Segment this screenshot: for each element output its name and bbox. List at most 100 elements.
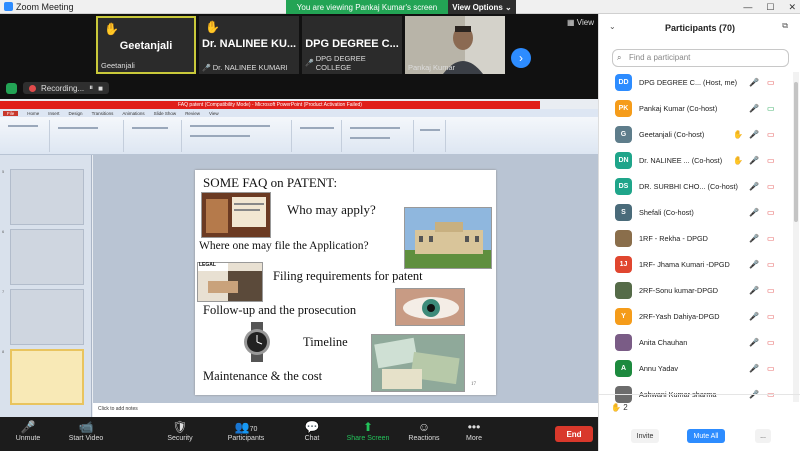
video-icon[interactable]: ▭ [767, 286, 775, 295]
participant-row[interactable]: Y 2RF-Yash Dahiya-DPGD 🎤 ▭ [599, 306, 793, 326]
notes-pane[interactable]: Click to add notes [93, 403, 598, 417]
more-button[interactable]: ••• More [446, 419, 502, 442]
mic-icon[interactable]: 🎤 [749, 104, 759, 113]
invite-button[interactable]: Invite [631, 429, 659, 443]
participants-icon: 👥70 [234, 420, 258, 434]
chat-button[interactable]: 💬 Chat [284, 419, 340, 442]
security-button[interactable]: 🛡 Security [152, 419, 208, 442]
video-tile-dpg[interactable]: DPG DEGREE C... 🎤 DPG DEGREE COLLEGE [302, 16, 402, 74]
participant-name: 2RF-Yash Dahiya-DPGD [639, 311, 720, 321]
maximize-icon[interactable]: ☐ [766, 2, 774, 13]
unmute-button[interactable]: 🎤 Unmute [0, 419, 56, 442]
avatar: PK [615, 99, 632, 117]
mic-icon[interactable]: 🎤 [749, 234, 759, 243]
more-icon: ••• [467, 420, 481, 434]
video-icon[interactable]: ▭ [767, 312, 775, 321]
slide-thumbnail-selected[interactable] [10, 349, 84, 405]
reactions-icon: ☺ [417, 420, 431, 434]
participant-row[interactable]: DD DPG DEGREE C... (Host, me) 🎤 ▭ [599, 72, 793, 92]
participant-row[interactable]: DS DR. SURBHI CHO... (Co-host) 🎤 ▭ [599, 176, 793, 196]
zoom-app-icon [4, 2, 13, 11]
slide-heading: SOME FAQ on PATENT: [203, 175, 338, 190]
video-icon[interactable]: ▭ [767, 364, 775, 373]
end-meeting-button[interactable]: End [555, 426, 593, 442]
stop-icon[interactable]: ■ [98, 84, 103, 93]
mic-icon[interactable]: 🎤 [749, 156, 759, 165]
video-icon[interactable]: ▭ [767, 78, 775, 87]
participant-search-input[interactable]: ⌕ Find a participant [612, 49, 789, 67]
participant-name: Geetanjali (Co-host) [639, 129, 705, 139]
video-tile-pankaj[interactable]: Pankaj Kumar [405, 16, 505, 74]
ribbon-tab-file: File [3, 110, 19, 116]
books-image [201, 192, 271, 238]
mic-icon[interactable]: 🎤 [749, 208, 759, 217]
video-icon[interactable]: ▭ [767, 182, 775, 191]
zoom-window: Zoom Meeting You are viewing Pankaj Kuma… [0, 0, 800, 451]
video-icon[interactable]: ▭ [767, 130, 775, 139]
video-icon[interactable]: ▭ [767, 260, 775, 269]
mic-icon[interactable]: 🎤 [749, 130, 759, 139]
ribbon-group [52, 120, 124, 152]
pause-icon[interactable]: ⏸ [89, 83, 93, 93]
video-off-icon: 📹 [78, 420, 94, 434]
participant-row[interactable]: A Annu Yadav 🎤 ▭ [599, 358, 793, 378]
slide-q4: Follow-up and the prosecution [203, 303, 357, 317]
video-icon[interactable]: ▭ [767, 208, 775, 217]
tile-name: Geetanjali [119, 40, 173, 52]
ribbon-tab: Home [27, 110, 40, 116]
participant-row[interactable]: 1J 1RF- Jhama Kumari -DPGD 🎤 ▭ [599, 254, 793, 274]
mute-all-button[interactable]: Mute All [687, 429, 725, 443]
participant-row[interactable]: G Geetanjali (Co-host) ✋ 🎤 ▭ [599, 124, 793, 144]
mic-icon[interactable]: 🎤 [749, 286, 759, 295]
share-screen-button[interactable]: ⬆ Share Screen [340, 419, 396, 442]
mic-icon[interactable]: 🎤 [749, 338, 759, 347]
participant-row[interactable]: 1RF - Rekha - DPGD 🎤 ▭ [599, 228, 793, 248]
mic-icon[interactable]: 🎤 [749, 182, 759, 191]
start-video-button[interactable]: 📹 Start Video [58, 419, 114, 442]
reactions-button[interactable]: ☺ Reactions [396, 419, 452, 442]
video-icon[interactable]: ▭ [767, 104, 775, 113]
slide-thumbnail[interactable] [10, 229, 84, 285]
close-icon[interactable]: ✕ [788, 2, 796, 13]
mic-icon[interactable]: 🎤 [749, 312, 759, 321]
video-tile-geetanjali[interactable]: ✋ Geetanjali Geetanjali [96, 16, 196, 74]
window-controls: — ☐ ✕ [743, 0, 796, 14]
money-image [371, 334, 465, 392]
watch-image [244, 322, 270, 362]
raised-hand-icon: ✋ [733, 129, 743, 139]
next-page-button[interactable]: › [511, 48, 531, 68]
participant-name: 2RF-Sonu kumar-DPGD [639, 285, 719, 295]
participant-name: DR. SURBHI CHO... (Co-host) [639, 181, 738, 191]
legal-image [197, 262, 263, 302]
ribbon [0, 117, 598, 155]
participant-name: 1RF- Jhama Kumari -DPGD [639, 259, 730, 269]
view-button[interactable]: ▦ View [567, 18, 594, 27]
popout-icon[interactable]: ⧉ [782, 21, 788, 31]
avatar: A [615, 359, 632, 377]
participants-button[interactable]: 👥70 Participants [218, 419, 274, 442]
slide-thumbnail[interactable] [10, 289, 84, 345]
video-icon[interactable]: ▭ [767, 156, 775, 165]
mic-icon[interactable]: 🎤 [749, 78, 759, 87]
slide-q6: Maintenance & the cost [203, 369, 323, 383]
slide-thumbnail[interactable] [10, 169, 84, 225]
video-icon[interactable]: ▭ [767, 234, 775, 243]
mic-icon[interactable]: 🎤 [749, 260, 759, 269]
participant-row[interactable]: Anita Chauhan 🎤 ▭ [599, 332, 793, 352]
recording-bar: Recording... ⏸ ■ [6, 80, 109, 96]
participant-scrollbar[interactable] [793, 72, 799, 402]
participant-row[interactable]: S Shefali (Co-host) 🎤 ▭ [599, 202, 793, 222]
tile-footer: Pankaj Kumar [408, 63, 456, 72]
mic-icon[interactable]: 🎤 [749, 364, 759, 373]
more-options-button[interactable]: ... [755, 429, 771, 443]
avatar [615, 229, 632, 247]
video-icon[interactable]: ▭ [767, 338, 775, 347]
view-options-button[interactable]: View Options ⌄ [448, 0, 516, 14]
video-tile-nalinee[interactable]: ✋ Dr. NALINEE KU... 🎤 Dr. NALINEE KUMARI [199, 16, 299, 74]
participant-row[interactable]: 2RF-Sonu kumar-DPGD 🎤 ▭ [599, 280, 793, 300]
participant-row[interactable]: DN Dr. NALINEE ... (Co-host) ✋ 🎤 ▭ [599, 150, 793, 170]
legal-label: LEGAL [199, 262, 216, 268]
mic-off-icon: 🎤 [202, 64, 211, 72]
participant-row[interactable]: PK Pankaj Kumar (Co-host) 🎤 ▭ [599, 98, 793, 118]
minimize-icon[interactable]: — [743, 2, 752, 12]
